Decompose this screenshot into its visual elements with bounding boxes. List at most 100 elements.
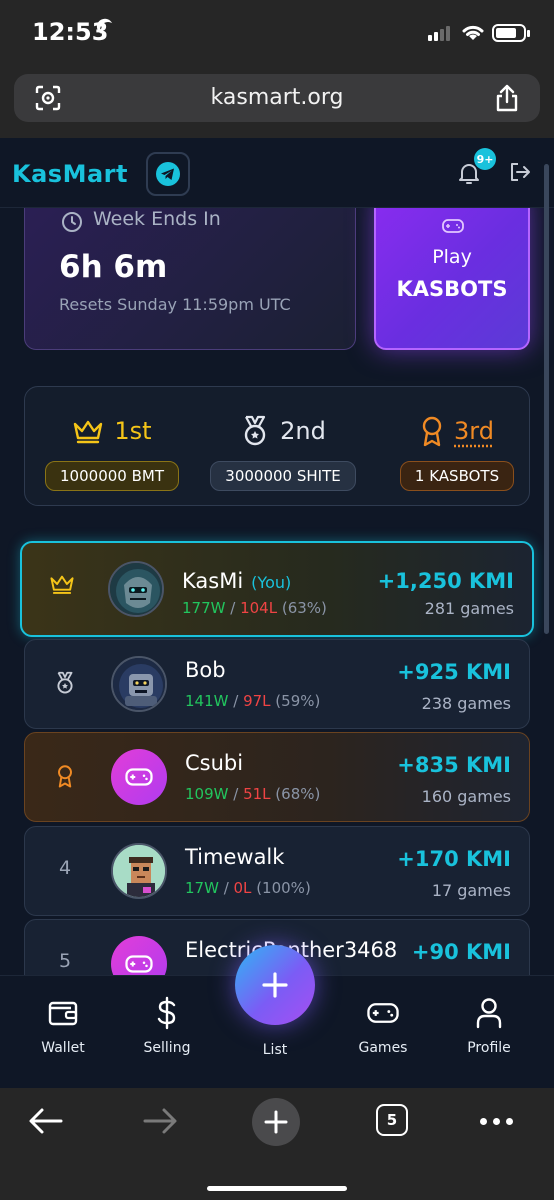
player-name: Csubi [185, 751, 244, 775]
prize-rank-third: 3rd [454, 417, 494, 445]
crown-icon [50, 575, 74, 594]
list-fab-button[interactable] [235, 945, 315, 1025]
rank-medal [49, 670, 81, 701]
medal-icon [57, 671, 73, 694]
win-rate: (59%) [275, 692, 321, 710]
award-ribbon-icon [58, 765, 72, 788]
rank-crown [46, 573, 78, 600]
medal-icon [244, 415, 266, 446]
gamepad-icon [125, 955, 153, 973]
kasmart-logo[interactable]: KasMart [12, 160, 128, 188]
win-rate: (100%) [256, 879, 311, 897]
games-played: 160 games [421, 787, 511, 806]
crown-icon [74, 420, 103, 444]
forward-arrow-icon[interactable] [142, 1106, 178, 1136]
back-arrow-icon[interactable] [28, 1106, 64, 1136]
prize-rank-first: 1st [114, 417, 152, 445]
nav-selling-label: Selling [143, 1040, 191, 1056]
avatar [111, 656, 167, 712]
player-record: 17W / 0L (100%) [185, 879, 311, 897]
leaderboard-row-current-user[interactable]: KasMi (You) 177W / 104L (63%) +1,250 KMI … [20, 541, 534, 637]
wallet-icon [48, 1001, 78, 1026]
wins: 17W [185, 879, 219, 897]
leaderboard-row[interactable]: 4 Timewalk 17W / 0L (100%) +170 KMI 17 g… [24, 826, 530, 916]
player-record: 109W / 51L (68%) [185, 785, 321, 803]
games-played: 281 games [424, 599, 514, 618]
win-rate: (68%) [275, 785, 321, 803]
rank-number: 4 [58, 857, 72, 879]
nav-profile[interactable]: Profile [444, 996, 534, 1056]
new-tab-button[interactable] [252, 1098, 300, 1146]
prize-rank-second: 2nd [280, 417, 326, 445]
losses: 0L [233, 879, 252, 897]
kmi-earned: +925 KMI [397, 660, 511, 684]
player-name-text: KasMi [182, 569, 244, 593]
losses: 97L [243, 692, 271, 710]
leaderboard-row[interactable]: Bob 141W / 97L (59%) +925 KMI 238 games [24, 639, 530, 729]
rank-ribbon [49, 763, 81, 794]
avatar [111, 843, 167, 899]
nav-games-label: Games [358, 1040, 408, 1056]
player-name: Bob [185, 658, 226, 682]
losses: 104L [240, 599, 278, 617]
plus-icon [262, 972, 288, 998]
kmi-earned: +835 KMI [397, 753, 511, 777]
play-label: Play [432, 246, 472, 268]
app-header: KasMart 9+ [0, 138, 554, 208]
kmi-earned: +90 KMI [411, 940, 511, 964]
leaderboard-row[interactable]: Csubi 109W / 51L (68%) +835 KMI 160 game… [24, 732, 530, 822]
kmi-earned: +170 KMI [397, 847, 511, 871]
nav-games[interactable]: Games [338, 996, 428, 1056]
tabs-button[interactable]: 5 [376, 1104, 408, 1136]
games-played: 17 games [431, 881, 511, 900]
prize-amount-third: 1 KASBOTS [399, 461, 515, 491]
telegram-icon [156, 162, 180, 186]
avatar [111, 749, 167, 805]
nav-profile-label: Profile [467, 1040, 511, 1056]
losses: 51L [243, 785, 271, 803]
wins: 109W [185, 785, 229, 803]
wins: 177W [182, 599, 226, 617]
dollar-icon [157, 996, 176, 1030]
gamepad-icon [442, 219, 464, 233]
week-countdown: 6h 6m [59, 249, 168, 285]
gamepad-icon [125, 768, 153, 786]
browser-toolbar: 5 [0, 1088, 554, 1200]
kmi-earned: +1,250 KMI [377, 569, 514, 593]
gamepad-icon [367, 1003, 399, 1023]
play-kasbots-button[interactable]: Play KASBOTS [374, 190, 530, 350]
logout-icon[interactable] [508, 160, 532, 184]
nav-list-label: List [262, 1042, 288, 1058]
nav-wallet[interactable]: Wallet [18, 996, 108, 1056]
week-ends-label: Week Ends In [93, 208, 221, 230]
rank-number: 5 [58, 950, 72, 972]
notification-badge: 9+ [474, 148, 496, 170]
wins: 141W [185, 692, 229, 710]
home-indicator [207, 1186, 347, 1191]
more-menu-icon[interactable] [480, 1118, 513, 1125]
scrollbar[interactable] [544, 164, 549, 634]
player-name: KasMi (You) [182, 569, 291, 593]
you-tag: (You) [251, 573, 292, 592]
avatar [108, 561, 164, 617]
player-name: Timewalk [185, 845, 285, 869]
play-game-name: KASBOTS [396, 277, 508, 301]
prize-amount-first: 1000000 BMT [45, 461, 179, 491]
prize-second: 2nd 3000000 SHITE [203, 411, 363, 491]
avatar [111, 936, 167, 975]
week-reset-note: Resets Sunday 11:59pm UTC [59, 295, 291, 314]
telegram-button[interactable] [146, 152, 190, 196]
prize-third: 3rd 1 KASBOTS [387, 411, 527, 491]
week-ends-card: Week Ends In 6h 6m Resets Sunday 11:59pm… [24, 190, 356, 350]
nav-selling[interactable]: Selling [122, 996, 212, 1056]
nav-wallet-label: Wallet [41, 1040, 85, 1056]
prize-first: 1st 1000000 BMT [37, 411, 187, 491]
games-played: 238 games [421, 694, 511, 713]
player-record: 141W / 97L (59%) [185, 692, 321, 710]
user-icon [476, 998, 502, 1029]
win-rate: (63%) [281, 599, 327, 617]
prizes-card: 1st 1000000 BMT 2nd 3000000 SHITE 3rd 1 … [24, 386, 530, 506]
award-ribbon-icon [422, 416, 442, 447]
clock-icon [62, 212, 82, 232]
plus-icon [264, 1110, 288, 1134]
